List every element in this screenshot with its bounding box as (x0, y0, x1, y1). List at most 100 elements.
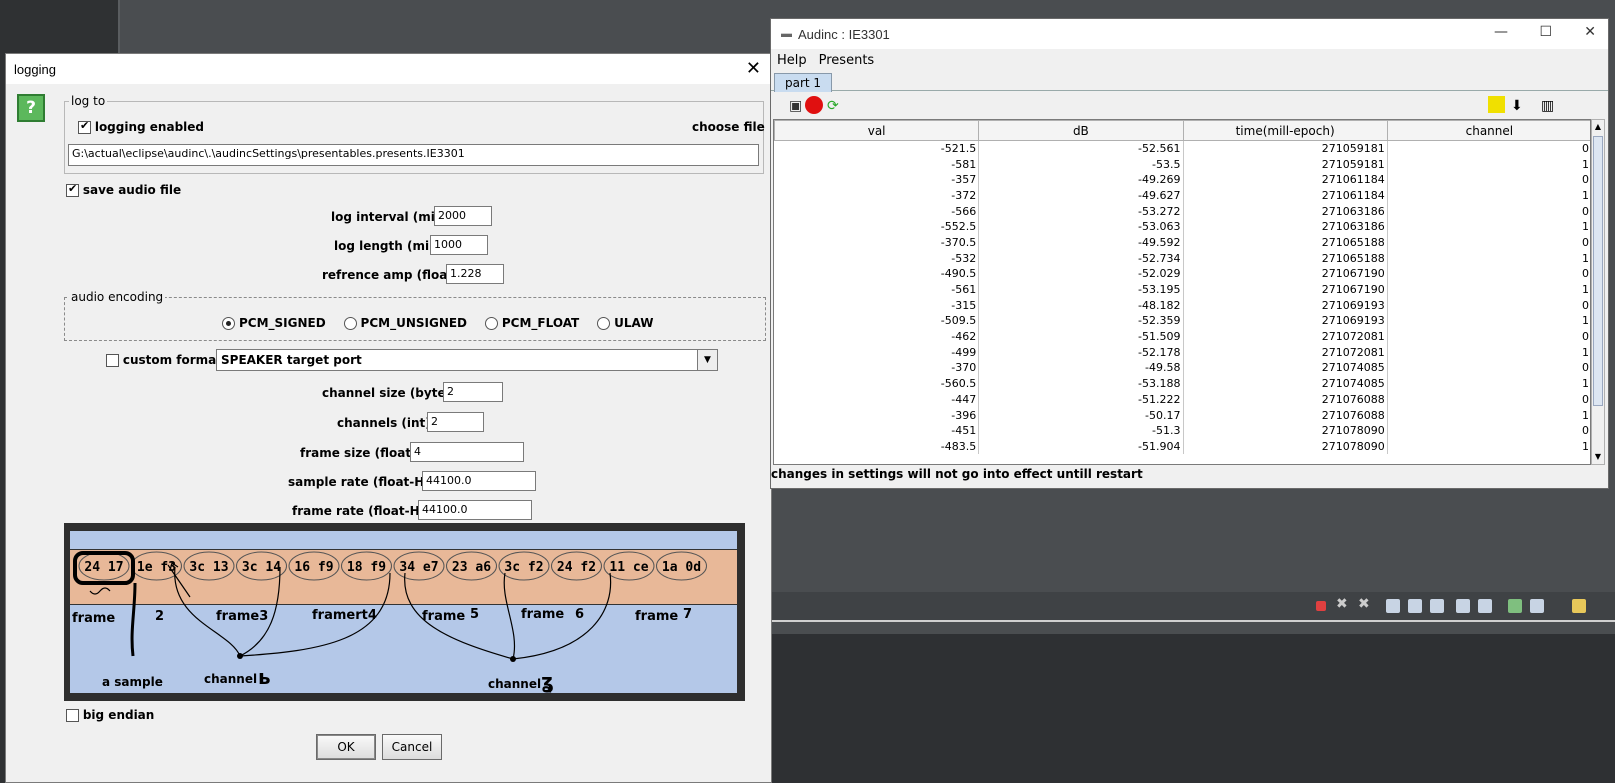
stop-icon[interactable] (1316, 601, 1326, 611)
record-icon[interactable] (805, 96, 823, 114)
table-cell: -370 (774, 360, 980, 376)
frame-size-label: frame size (float): (300, 446, 422, 460)
table-row[interactable]: -357 -49.269 271061184 0 (774, 171, 1590, 188)
table-row[interactable]: -521.5 -52.561 271059181 0 (774, 140, 1590, 157)
tab-part-1[interactable]: part 1 (774, 73, 833, 92)
table-row[interactable]: -490.5 -52.029 271067190 0 (774, 266, 1590, 282)
logging-enabled-checkbox[interactable] (78, 119, 91, 134)
column-header-channel[interactable]: channel (1386, 120, 1590, 141)
console-icon-6[interactable] (1508, 599, 1522, 613)
data-table[interactable]: val dB time(mill-epoch) channel -521.5 -5… (773, 119, 1591, 465)
reference-amp-field[interactable]: 1.228 (446, 264, 504, 284)
table-row[interactable]: -372 -49.627 271061184 1 (774, 187, 1590, 204)
table-row[interactable]: -552.5 -53.063 271063186 1 (774, 218, 1590, 235)
save-audio-checkbox[interactable] (66, 182, 79, 197)
cancel-button[interactable]: Cancel (382, 734, 442, 760)
scroll-down-icon[interactable]: ▼ (1592, 450, 1604, 464)
table-row[interactable]: -370.5 -49.592 271065188 0 (774, 234, 1590, 251)
log-length-field[interactable]: 1000 (430, 235, 488, 255)
radio-ulaw[interactable]: ULAW (597, 316, 653, 330)
refresh-icon[interactable]: ⟳ (827, 98, 839, 114)
custom-format-checkbox[interactable] (106, 354, 119, 367)
console-icon-8[interactable] (1572, 599, 1586, 613)
table-cell: 1 (1387, 407, 1590, 423)
console-icon-3[interactable] (1430, 599, 1444, 613)
table-cell: 0 (1387, 391, 1590, 408)
table-cell: -560.5 (774, 375, 980, 392)
minimize-icon[interactable]: — (1494, 24, 1508, 40)
table-row[interactable]: -315 -48.182 271069193 0 (774, 297, 1590, 314)
menu-presents[interactable]: Presents (819, 53, 875, 68)
frame-rate-field[interactable]: 44100.0 (418, 500, 532, 520)
radio-pcm-float[interactable]: PCM_FLOAT (484, 316, 580, 330)
menu-help[interactable]: Help (777, 53, 807, 68)
big-endian-row[interactable]: big endian (66, 708, 154, 722)
column-header-db[interactable]: dB (978, 120, 1184, 141)
table-scrollbar[interactable]: ▲ ▼ (1591, 119, 1605, 465)
radio-pcm-unsigned[interactable]: PCM_UNSIGNED (343, 316, 467, 330)
table-row[interactable]: -560.5 -53.188 271074085 1 (774, 375, 1590, 392)
scroll-up-icon[interactable]: ▲ (1592, 120, 1604, 134)
table-cell: -52.178 (978, 344, 1184, 361)
port-select[interactable]: SPEAKER target port ▼ (216, 349, 718, 371)
table-cell: -52.561 (978, 140, 1184, 157)
radio-pcm-float-button[interactable] (484, 317, 498, 330)
console-icon-2[interactable] (1408, 599, 1422, 613)
log-interval-field[interactable]: 2000 (434, 206, 492, 226)
radio-pcm-unsigned-button[interactable] (343, 317, 357, 330)
close-icon[interactable]: ✕ (746, 58, 761, 79)
table-row[interactable]: -566 -53.272 271063186 0 (774, 203, 1590, 219)
table-cell: 271059181 (1183, 140, 1388, 157)
scroll-thumb[interactable] (1593, 136, 1603, 406)
console-icon-7[interactable] (1530, 599, 1544, 613)
folder-icon[interactable]: ▣ (789, 98, 802, 114)
table-row[interactable]: -509.5 -52.359 271069193 1 (774, 313, 1590, 329)
radio-pcm-signed-label: PCM_SIGNED (239, 316, 326, 330)
radio-pcm-float-label: PCM_FLOAT (501, 316, 580, 330)
table-row[interactable]: -462 -51.509 271072081 0 (774, 328, 1590, 345)
table-row[interactable]: -499 -52.178 271072081 1 (774, 344, 1590, 361)
audinc-title: Audinc : IE3301 (798, 26, 890, 42)
help-button[interactable]: ? (17, 94, 45, 122)
logging-enabled-row[interactable]: logging enabled (78, 119, 204, 134)
choose-file-button[interactable]: choose file (692, 120, 765, 134)
table-row[interactable]: -370 -49.58 271074085 0 (774, 360, 1590, 376)
table-cell: 271072081 (1183, 344, 1388, 361)
radio-ulaw-button[interactable] (597, 317, 611, 330)
clear-icon[interactable] (1488, 96, 1505, 113)
table-row[interactable]: -483.5 -51.904 271078090 1 (774, 438, 1590, 455)
ok-button[interactable]: OK (316, 734, 376, 760)
channels-label: channels (int): (337, 416, 436, 430)
table-row[interactable]: -447 -51.222 271076088 0 (774, 391, 1590, 408)
log-path-field[interactable]: G:\actual\eclipse\audinc\.\audincSetting… (68, 144, 759, 166)
custom-format-row[interactable]: custom format (106, 353, 222, 367)
table-row[interactable]: -532 -52.734 271065188 1 (774, 250, 1590, 266)
table-row[interactable]: -561 -53.195 271067190 1 (774, 281, 1590, 298)
radio-pcm-signed-button[interactable] (222, 317, 235, 330)
channel-size-field[interactable]: 2 (443, 382, 503, 402)
maximize-icon[interactable]: ☐ (1539, 24, 1552, 40)
byte-pair-text: 1a 0d (662, 560, 701, 575)
save-audio-row[interactable]: save audio file (66, 182, 181, 197)
console-icon-1[interactable] (1386, 599, 1400, 613)
column-header-time[interactable]: time(mill-epoch) (1182, 120, 1388, 141)
download-icon[interactable]: ⬇ (1511, 98, 1523, 114)
chevron-down-icon[interactable]: ▼ (697, 350, 717, 370)
table-row[interactable]: -396 -50.17 271076088 1 (774, 407, 1590, 423)
remove-launch-icon[interactable]: ✖ (1336, 596, 1350, 612)
channels-field[interactable]: 2 (427, 412, 484, 432)
radio-pcm-signed[interactable]: PCM_SIGNED (222, 316, 326, 330)
console-icon-4[interactable] (1456, 599, 1470, 613)
column-header-val[interactable]: val (774, 120, 980, 141)
trash-icon[interactable]: ▥ (1541, 98, 1554, 114)
sample-rate-field[interactable]: 44100.0 (422, 471, 536, 491)
table-row[interactable]: -581 -53.5 271059181 1 (774, 156, 1590, 172)
remove-all-icon[interactable]: ✖ (1358, 596, 1372, 612)
table-row[interactable]: -451 -51.3 271078090 0 (774, 422, 1590, 439)
console-icon-5[interactable] (1478, 599, 1492, 613)
byte-pair-text: 3c 13 (189, 560, 228, 575)
close-window-icon[interactable]: ✕ (1584, 24, 1596, 40)
big-endian-checkbox[interactable] (66, 709, 79, 722)
frame-size-field[interactable]: 4 (410, 442, 524, 462)
table-toolbar: ▣ ⟳ ⬇ ▥ (773, 93, 1606, 119)
